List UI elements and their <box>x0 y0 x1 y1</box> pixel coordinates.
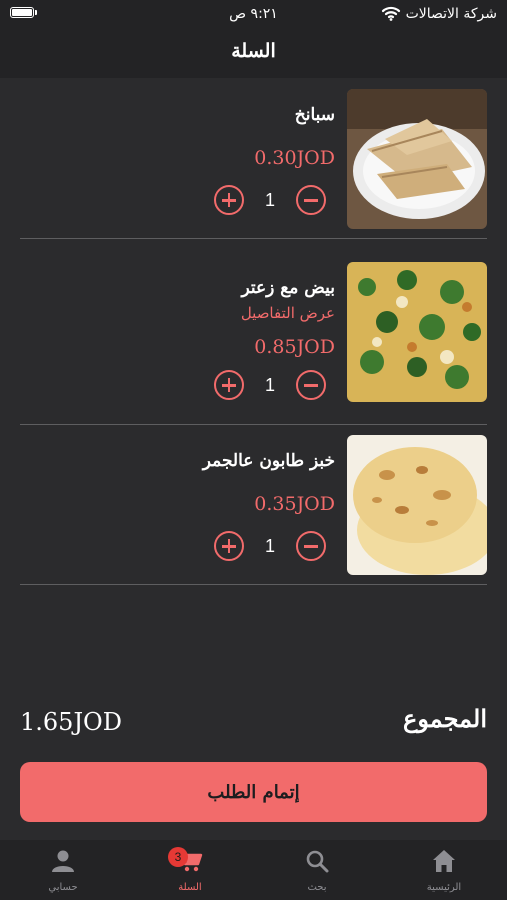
quantity-value: 1 <box>264 375 275 395</box>
tab-home[interactable]: الرئيسية <box>381 840 507 900</box>
increase-quantity-button[interactable] <box>214 185 244 215</box>
item-divider <box>20 238 487 239</box>
view-details-link[interactable]: عرض التفاصيل <box>241 304 335 322</box>
decrease-quantity-button[interactable] <box>296 531 326 561</box>
home-icon <box>433 850 455 872</box>
minus-icon <box>304 545 318 548</box>
item-name[interactable]: بيض مع زعتر <box>241 278 335 298</box>
tab-label: حسابي <box>48 882 78 893</box>
quantity-stepper: 1 <box>214 370 326 404</box>
tab-bar: حسابي 3 السلة بحث الرئيسية <box>0 840 507 900</box>
navigation-bar: السلة <box>0 30 507 78</box>
plus-icon-vertical <box>227 378 231 393</box>
quantity-stepper: 1 <box>214 531 326 565</box>
item-price: 0.35JOD <box>254 493 335 515</box>
cart-item: سبانخ 0.30JOD 1 <box>20 89 487 259</box>
tab-label: بحث <box>307 882 327 893</box>
tab-account[interactable]: حسابي <box>0 840 126 900</box>
item-image-eggs-zaatar[interactable] <box>347 262 487 402</box>
plus-icon-vertical <box>227 539 231 554</box>
cart-item: بيض مع زعتر عرض التفاصيل 0.85JOD 1 <box>20 262 487 432</box>
item-price: 0.30JOD <box>254 147 335 169</box>
total-label: المجموع <box>403 704 487 733</box>
tab-label: السلة <box>178 882 202 893</box>
tab-cart[interactable]: 3 السلة <box>127 840 253 900</box>
item-price: 0.85JOD <box>254 336 335 358</box>
plus-icon-vertical <box>227 193 231 208</box>
cart-item: خبز طابون عالجمر 0.35JOD 1 <box>20 435 487 605</box>
status-bar: ٩:٢١ ص شركة الاتصالات <box>0 0 507 30</box>
increase-quantity-button[interactable] <box>214 531 244 561</box>
minus-icon <box>304 384 318 387</box>
carrier-name: شركة الاتصالات <box>405 6 497 22</box>
cart-total: 1.65JOD المجموع <box>20 700 487 744</box>
quantity-stepper: 1 <box>214 185 326 219</box>
item-divider <box>20 584 487 585</box>
item-image-taboon-bread[interactable] <box>347 435 487 575</box>
item-name[interactable]: سبانخ <box>295 105 335 125</box>
quantity-value: 1 <box>264 190 275 210</box>
item-name[interactable]: خبز طابون عالجمر <box>203 451 335 471</box>
increase-quantity-button[interactable] <box>214 370 244 400</box>
search-icon <box>306 850 329 873</box>
total-value: 1.65JOD <box>20 708 122 736</box>
person-icon <box>52 850 74 872</box>
wifi-icon <box>381 6 401 21</box>
quantity-value: 1 <box>264 536 275 556</box>
decrease-quantity-button[interactable] <box>296 370 326 400</box>
cart-count-badge: 3 <box>168 847 188 867</box>
item-image-spinach-pie[interactable] <box>347 89 487 229</box>
page-title: السلة <box>231 40 276 62</box>
tab-label: الرئيسية <box>426 882 462 893</box>
item-divider <box>20 424 487 425</box>
decrease-quantity-button[interactable] <box>296 185 326 215</box>
checkout-button[interactable]: إتمام الطلب <box>20 762 487 822</box>
minus-icon <box>304 199 318 202</box>
tab-search[interactable]: بحث <box>254 840 380 900</box>
